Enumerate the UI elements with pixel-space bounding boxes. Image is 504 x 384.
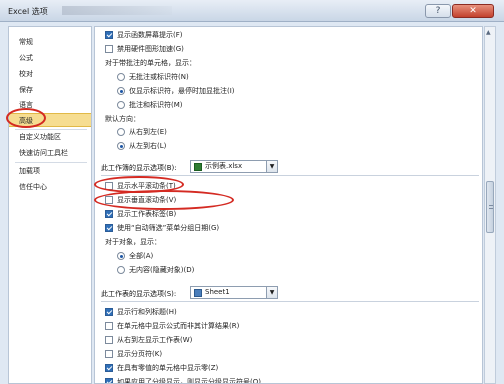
sidebar-item-trust-center[interactable]: 信任中心 <box>9 180 91 194</box>
sidebar-item-general[interactable]: 常规 <box>9 35 91 49</box>
sheet-icon <box>194 289 202 297</box>
option-disable-hw-accel[interactable]: 禁用硬件图形加速(G) <box>105 43 405 55</box>
excel-file-icon <box>194 163 202 171</box>
blurred-title-region <box>62 6 172 15</box>
checkbox[interactable] <box>105 224 113 232</box>
checkbox[interactable] <box>105 308 113 316</box>
dropdown-arrow-icon[interactable]: ▼ <box>266 287 277 298</box>
checkbox[interactable] <box>105 336 113 344</box>
workbook-select[interactable]: 示例表.xlsx ▼ <box>190 160 278 173</box>
option-comments-and-indicators[interactable]: 批注和标识符(M) <box>117 99 417 111</box>
section-title: 此工作簿的显示选项(B): <box>101 164 177 172</box>
comments-heading: 对于带批注的单元格，显示： <box>105 59 196 67</box>
title-bar: Excel 选项 ? ✕ <box>0 0 504 22</box>
window-title: Excel 选项 <box>8 7 48 16</box>
option-objects-all[interactable]: 全部(A) <box>117 250 417 262</box>
direction-heading: 默认方向： <box>105 115 140 123</box>
radio[interactable] <box>117 73 125 81</box>
option-objects-nothing[interactable]: 无内容(隐藏对象)(D) <box>117 264 417 276</box>
checkbox[interactable] <box>105 378 113 383</box>
option-left-to-right[interactable]: 从左到右(L) <box>117 140 417 152</box>
grip-icon <box>489 205 493 209</box>
sidebar-item-addins[interactable]: 加载项 <box>9 164 91 178</box>
scroll-up-arrow-icon[interactable]: ▲ <box>486 29 491 36</box>
scrollbar-thumb[interactable] <box>486 181 494 233</box>
radio[interactable] <box>117 252 125 260</box>
option-indicator-only[interactable]: 仅显示标识符，悬停时加显批注(I) <box>117 85 417 97</box>
highlight-ring-vscroll <box>94 190 234 210</box>
option-rtl-sheet[interactable]: 从右到左显示工作表(W) <box>105 334 405 346</box>
sidebar: 常规 公式 校对 保存 语言 高级 自定义功能区 快速访问工具栏 加载项 信任中… <box>8 26 92 384</box>
checkbox[interactable] <box>105 350 113 358</box>
section-title: 此工作表的显示选项(S): <box>101 290 177 298</box>
objects-heading: 对于对象，显示： <box>105 238 161 246</box>
sidebar-divider <box>15 162 87 163</box>
close-button[interactable]: ✕ <box>452 4 494 18</box>
radio[interactable] <box>117 128 125 136</box>
checkbox[interactable] <box>105 31 113 39</box>
vertical-scrollbar[interactable]: ▲ <box>484 26 496 384</box>
checkbox[interactable] <box>105 45 113 53</box>
radio[interactable] <box>117 266 125 274</box>
dropdown-arrow-icon[interactable]: ▼ <box>266 161 277 172</box>
option-show-formulas[interactable]: 在单元格中显示公式而非其计算结果(R) <box>105 320 405 332</box>
option-show-function-tips[interactable]: 显示函数屏幕提示(F) <box>105 29 405 41</box>
option-no-comments[interactable]: 无批注或标识符(N) <box>117 71 417 83</box>
option-zero-values[interactable]: 在具有零值的单元格中显示零(Z) <box>105 362 405 374</box>
option-group-dates[interactable]: 使用“自动筛选”菜单分组日期(G) <box>105 222 405 234</box>
option-page-breaks[interactable]: 显示分页符(K) <box>105 348 405 360</box>
sidebar-item-proofing[interactable]: 校对 <box>9 67 91 81</box>
section-divider <box>101 301 479 302</box>
sidebar-item-quick-access-toolbar[interactable]: 快速访问工具栏 <box>9 146 91 160</box>
workbook-display-section: 此工作簿的显示选项(B): 示例表.xlsx ▼ <box>101 160 479 176</box>
radio[interactable] <box>117 101 125 109</box>
radio[interactable] <box>117 142 125 150</box>
checkbox[interactable] <box>105 322 113 330</box>
checkbox[interactable] <box>105 210 113 218</box>
help-button[interactable]: ? <box>425 4 451 18</box>
sidebar-item-formulas[interactable]: 公式 <box>9 51 91 65</box>
sidebar-item-customize-ribbon[interactable]: 自定义功能区 <box>9 130 91 144</box>
option-row-col-headers[interactable]: 显示行和列标题(H) <box>105 306 405 318</box>
radio[interactable] <box>117 87 125 95</box>
checkbox[interactable] <box>105 364 113 372</box>
option-outline-symbols[interactable]: 如果应用了分级显示，则显示分级显示符号(O) <box>105 376 405 383</box>
highlight-ring-advanced <box>6 108 46 128</box>
worksheet-display-section: 此工作表的显示选项(S): Sheet1 ▼ <box>101 286 479 302</box>
worksheet-select[interactable]: Sheet1 ▼ <box>190 286 278 299</box>
sidebar-item-save[interactable]: 保存 <box>9 83 91 97</box>
option-right-to-left[interactable]: 从右到左(E) <box>117 126 417 138</box>
